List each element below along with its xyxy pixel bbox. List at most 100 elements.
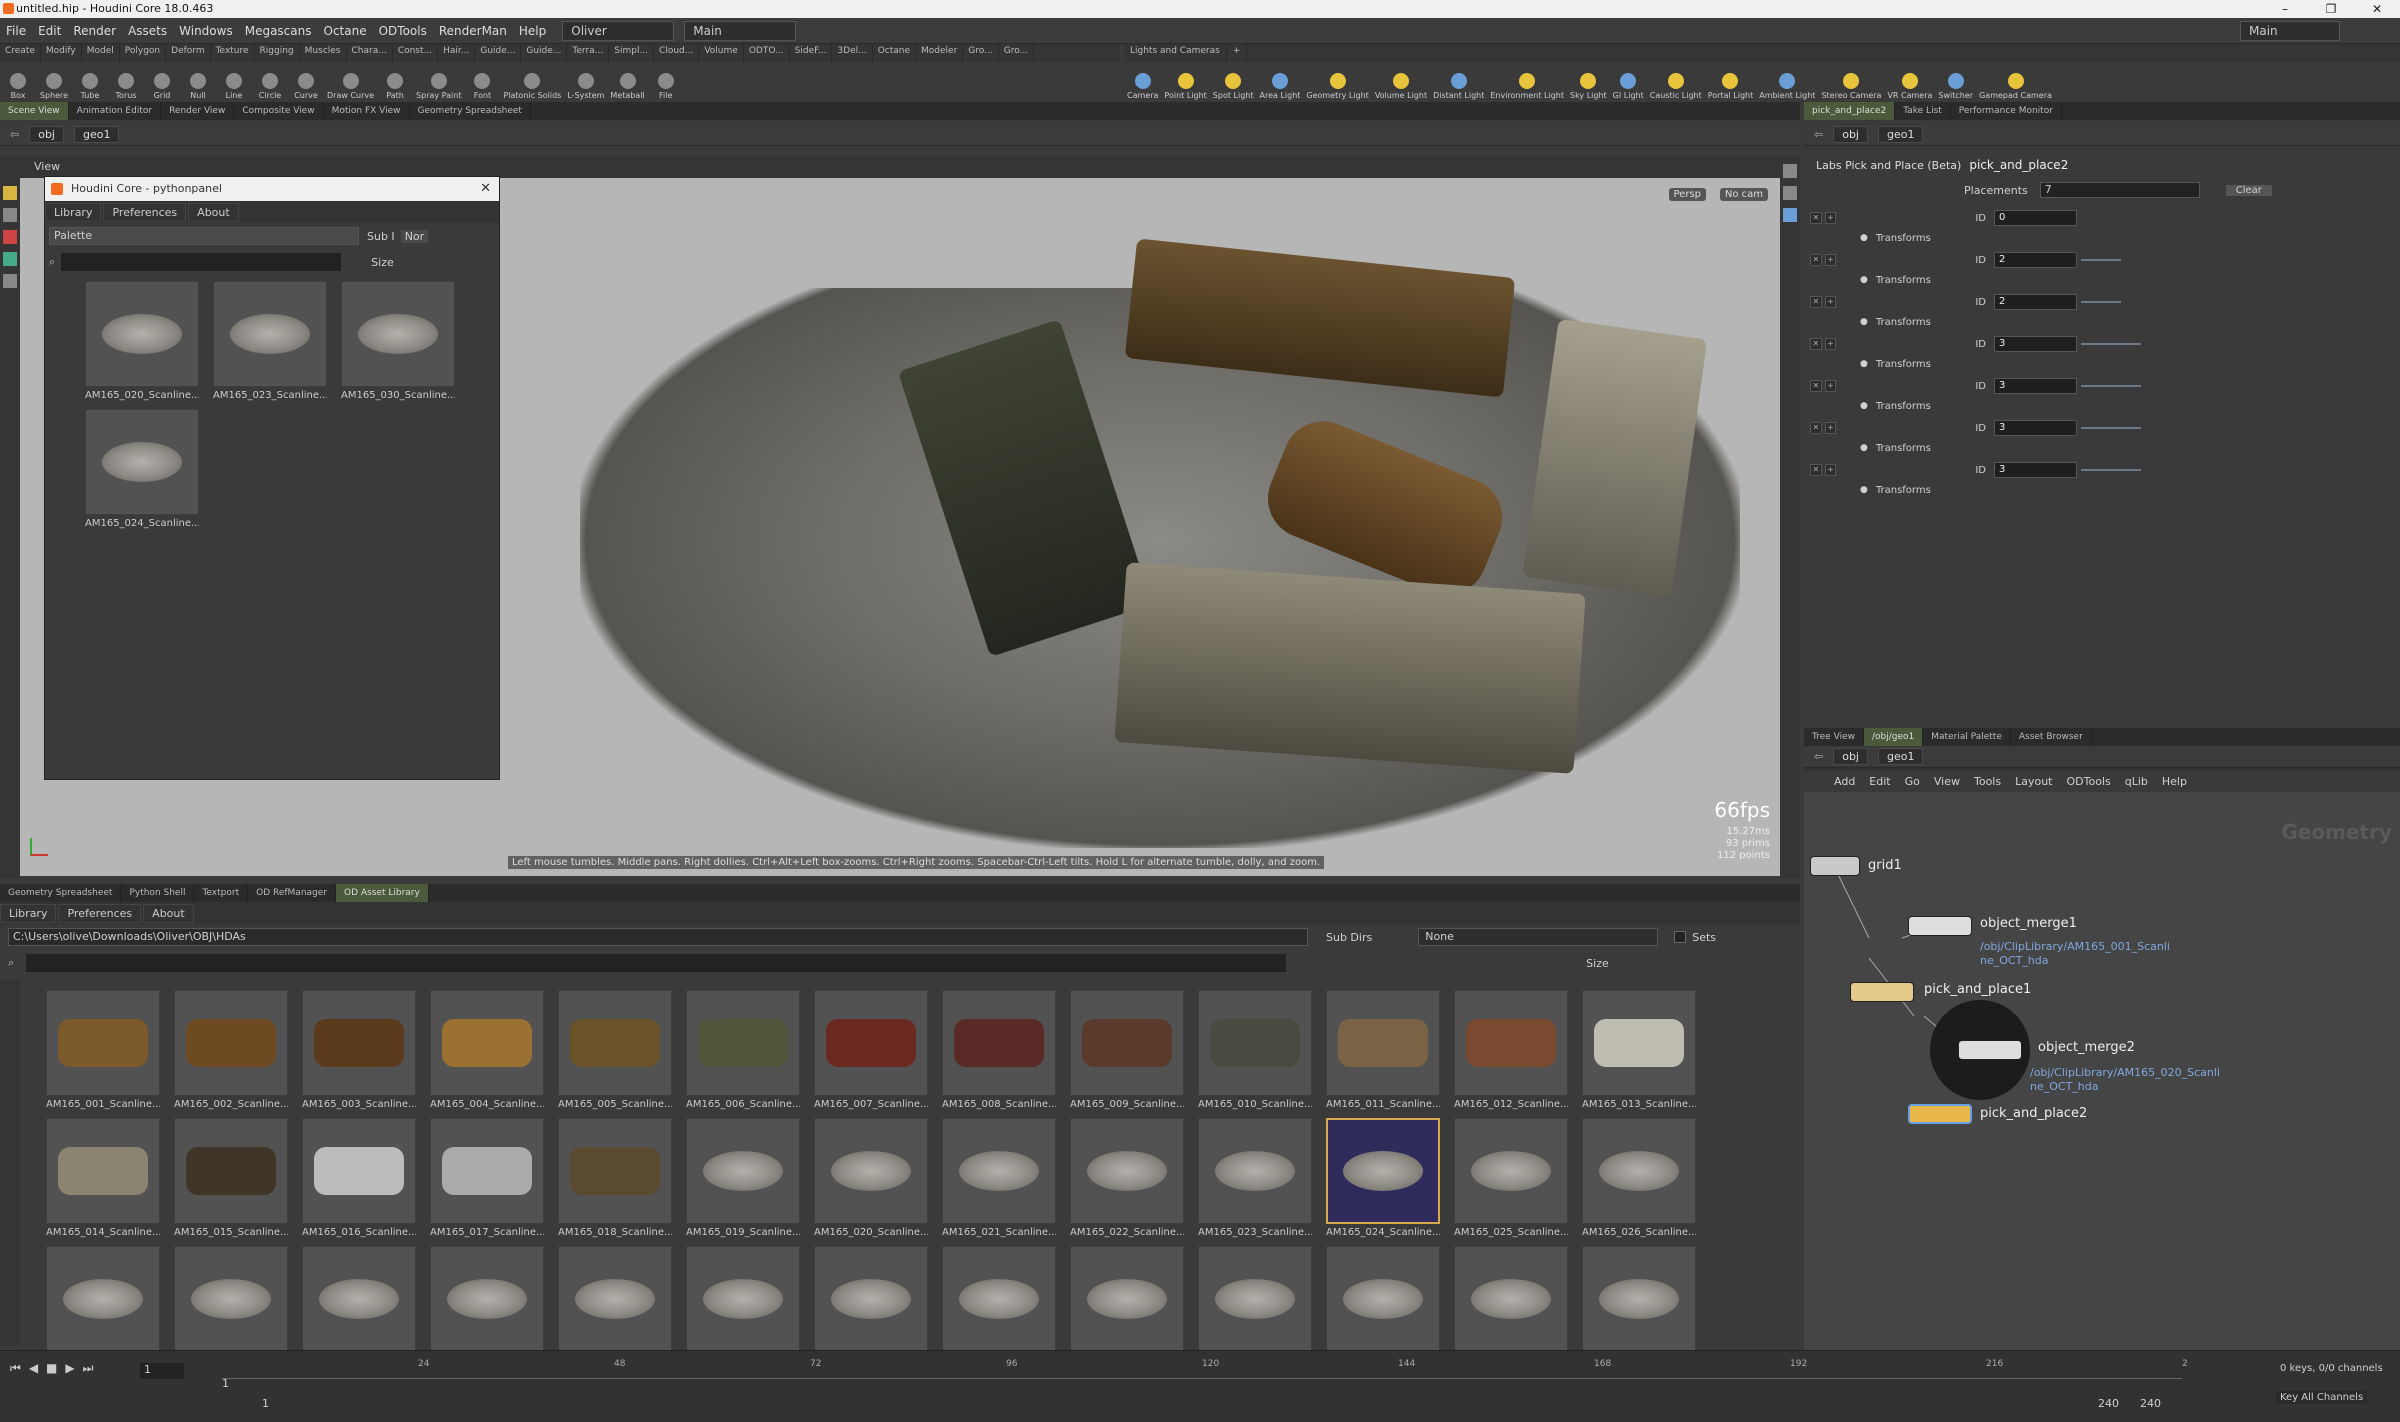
- transforms-folder[interactable]: ● Transforms: [1810, 396, 1931, 416]
- desktop-dropdown[interactable]: Oliver: [562, 20, 675, 41]
- remove-placement-button[interactable]: ✕: [1810, 338, 1822, 350]
- path-obj[interactable]: obj: [1833, 126, 1868, 143]
- asset-thumbnail[interactable]: AM165_010_Scanline...: [1198, 990, 1312, 1114]
- transforms-folder[interactable]: ● Transforms: [1810, 480, 1931, 500]
- rotate-tool-icon[interactable]: [3, 230, 17, 244]
- asset-thumbnail[interactable]: AM165_020_Scanline...: [85, 281, 199, 405]
- asset-path-field[interactable]: C:\Users\olive\Downloads\Oliver\OBJ\HDAs: [8, 928, 1308, 946]
- asset-thumbnail[interactable]: [814, 1246, 928, 1350]
- pane-tab[interactable]: Material Palette: [1923, 728, 2011, 746]
- shelf-tool-button[interactable]: Stereo Camera: [1818, 62, 1884, 102]
- handle-tool-icon[interactable]: [3, 274, 17, 288]
- shelf-tab[interactable]: Rigging: [255, 44, 300, 62]
- pane-tab[interactable]: Tree View: [1804, 728, 1864, 746]
- asset-thumbnail[interactable]: AM165_015_Scanline...: [174, 1118, 288, 1242]
- timeline-ruler[interactable]: 24 48 72 96 120 144 168 192 216 2: [222, 1359, 2188, 1379]
- shelf-tool-button[interactable]: Torus: [108, 62, 144, 102]
- tab-preferences[interactable]: Preferences: [58, 903, 142, 923]
- shelf-tool-button[interactable]: Portal Light: [1705, 62, 1757, 102]
- node-object-merge1[interactable]: [1908, 916, 1972, 936]
- insert-placement-button[interactable]: +: [1824, 338, 1837, 350]
- shelf-tool-button[interactable]: Environment Light: [1487, 62, 1567, 102]
- shelf-tab[interactable]: Deform: [166, 44, 211, 62]
- back-arrow-icon[interactable]: ⇦: [1814, 128, 1823, 141]
- shelf-tab[interactable]: Hair...: [438, 44, 476, 62]
- shelf-tab[interactable]: Modeler: [916, 44, 964, 62]
- node-pick-and-place1[interactable]: [1850, 982, 1914, 1002]
- menu-renderman[interactable]: RenderMan: [433, 24, 513, 38]
- pane-tab[interactable]: Composite View: [234, 102, 324, 120]
- asset-search-input[interactable]: [26, 954, 1287, 972]
- transforms-folder[interactable]: ● Transforms: [1810, 312, 1931, 332]
- node-grid1[interactable]: [1810, 856, 1860, 876]
- context-dropdown[interactable]: Main: [684, 20, 797, 41]
- start-frame-range[interactable]: 1: [262, 1397, 269, 1410]
- asset-thumbnail[interactable]: [430, 1246, 544, 1350]
- asset-thumbnail[interactable]: AM165_019_Scanline...: [686, 1118, 800, 1242]
- shelf-tool-button[interactable]: File: [648, 62, 684, 102]
- asset-thumbnail[interactable]: AM165_017_Scanline...: [430, 1118, 544, 1242]
- asset-thumbnail[interactable]: AM165_022_Scanline...: [1070, 1118, 1184, 1242]
- asset-thumbnail[interactable]: AM165_014_Scanline...: [46, 1118, 160, 1242]
- insert-placement-button[interactable]: +: [1824, 254, 1837, 266]
- shelf-tab[interactable]: Simpl...: [609, 44, 655, 62]
- shelf-tab[interactable]: Guide...: [521, 44, 568, 62]
- menu-windows[interactable]: Windows: [173, 24, 239, 38]
- remove-placement-button[interactable]: ✕: [1810, 254, 1822, 266]
- path-geo[interactable]: geo1: [1878, 126, 1924, 143]
- transforms-folder[interactable]: ● Transforms: [1810, 354, 1931, 374]
- pane-tab[interactable]: Animation Editor: [69, 102, 162, 120]
- pane-tab[interactable]: pick_and_place2: [1804, 102, 1896, 120]
- shelf-tool-button[interactable]: VR Camera: [1884, 62, 1935, 102]
- lock-icon[interactable]: [1783, 186, 1797, 200]
- move-tool-icon[interactable]: [3, 208, 17, 222]
- asset-thumbnail[interactable]: AM165_008_Scanline...: [942, 990, 1056, 1114]
- shelf-tool-button[interactable]: Metaball: [607, 62, 647, 102]
- id-field[interactable]: 0: [1993, 210, 2078, 226]
- pane-tab[interactable]: Geometry Spreadsheet: [0, 884, 122, 902]
- back-arrow-icon[interactable]: ⇦: [1814, 750, 1823, 763]
- back-arrow-icon[interactable]: ⇦: [10, 128, 19, 141]
- search-input[interactable]: [61, 253, 342, 271]
- asset-thumbnail[interactable]: AM165_012_Scanline...: [1454, 990, 1568, 1114]
- asset-thumbnail[interactable]: [1198, 1246, 1312, 1350]
- pane-tab[interactable]: Performance Monitor: [1951, 102, 2062, 120]
- shelf-tab[interactable]: Modify: [41, 44, 82, 62]
- asset-thumbnail[interactable]: [46, 1246, 160, 1350]
- shelf-tool-button[interactable]: Platonic Solids: [500, 62, 564, 102]
- menu-help[interactable]: Help: [513, 24, 552, 38]
- asset-thumbnail[interactable]: [686, 1246, 800, 1350]
- id-field[interactable]: 2: [1993, 252, 2078, 268]
- id-field[interactable]: 3: [1993, 336, 2078, 352]
- shelf-tool-button[interactable]: Circle: [252, 62, 288, 102]
- shelf-tab[interactable]: Model: [82, 44, 120, 62]
- shelf-tool-button[interactable]: Area Light: [1256, 62, 1303, 102]
- asset-thumbnail[interactable]: AM165_013_Scanline...: [1582, 990, 1696, 1114]
- insert-placement-button[interactable]: +: [1824, 212, 1837, 224]
- asset-thumbnail[interactable]: [1070, 1246, 1184, 1350]
- remove-placement-button[interactable]: ✕: [1810, 380, 1822, 392]
- network-editor[interactable]: Add Edit Go View Tools Layout ODTools qLib Help …: [1804, 770, 2400, 1350]
- shelf-tab[interactable]: Gro...: [999, 44, 1035, 62]
- asset-thumbnail[interactable]: AM165_001_Scanline...: [46, 990, 160, 1114]
- jump-end-icon[interactable]: ⏭: [83, 1361, 94, 1376]
- asset-thumbnail[interactable]: [174, 1246, 288, 1350]
- id-slider[interactable]: [2081, 292, 2400, 312]
- asset-thumbnail[interactable]: AM165_006_Scanline...: [686, 990, 800, 1114]
- shelf-tool-button[interactable]: Gamepad Camera: [1976, 62, 2055, 102]
- pane-tab[interactable]: OD RefManager: [248, 884, 336, 902]
- path-geo[interactable]: geo1: [74, 126, 120, 143]
- shelf-tab-lights-cameras[interactable]: Lights and Cameras: [1124, 44, 1227, 62]
- shelf-tool-button[interactable]: Distant Light: [1430, 62, 1487, 102]
- shading-icon[interactable]: [1783, 208, 1797, 222]
- asset-thumbnail[interactable]: [942, 1246, 1056, 1350]
- asset-thumbnail[interactable]: AM165_023_Scanline...: [213, 281, 327, 405]
- shelf-tool-button[interactable]: Line: [216, 62, 252, 102]
- current-frame-field[interactable]: 1: [140, 1363, 184, 1379]
- asset-thumbnail[interactable]: AM165_004_Scanline...: [430, 990, 544, 1114]
- asset-thumbnail[interactable]: AM165_021_Scanline...: [942, 1118, 1056, 1242]
- asset-thumbnail[interactable]: AM165_002_Scanline...: [174, 990, 288, 1114]
- shelf-tool-button[interactable]: Null: [180, 62, 216, 102]
- asset-thumbnail[interactable]: AM165_005_Scanline...: [558, 990, 672, 1114]
- tab-library[interactable]: Library: [0, 903, 57, 923]
